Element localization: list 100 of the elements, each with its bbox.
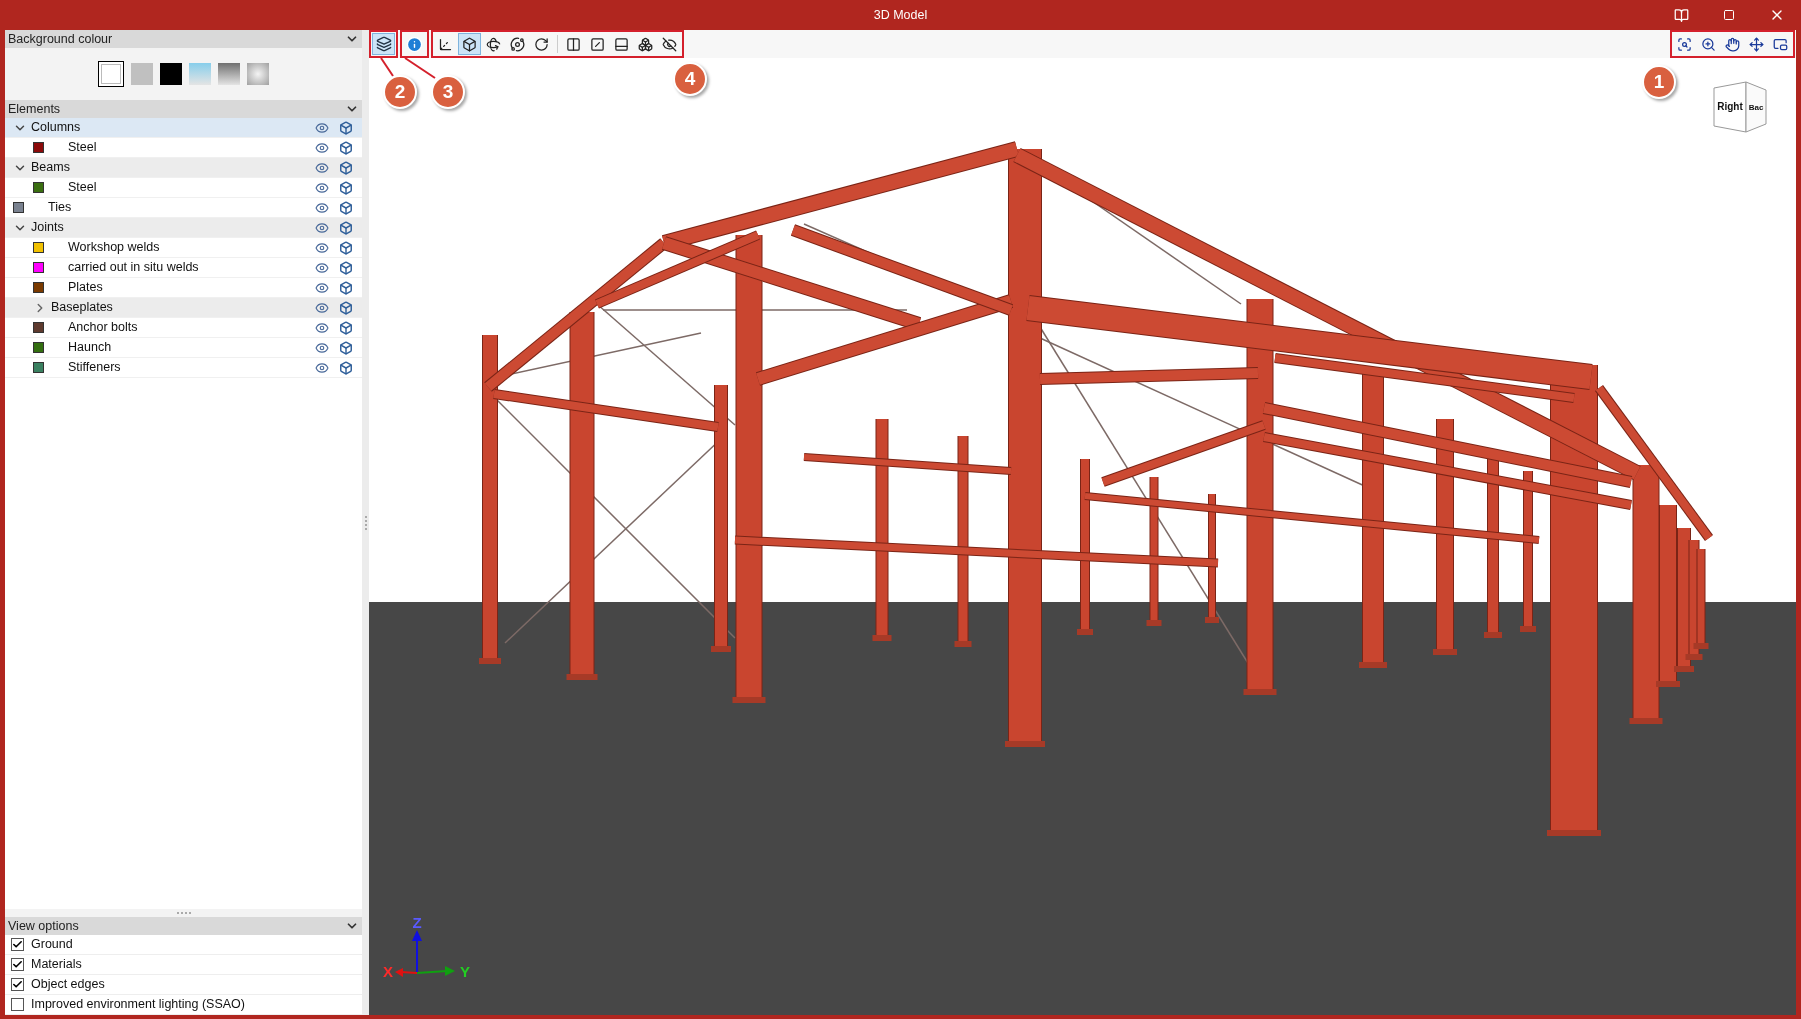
- zoom-extents-icon: [1677, 36, 1692, 52]
- maximize-icon: [1723, 9, 1735, 21]
- tree-item-label: Haunch: [68, 339, 113, 357]
- panel-title: View options: [8, 917, 79, 935]
- eye-icon: [315, 340, 329, 355]
- cube-icon: [339, 140, 353, 155]
- cube-face-label: Bac: [1748, 103, 1764, 112]
- eye-off-icon: [662, 36, 677, 52]
- info-icon: [406, 35, 423, 53]
- axes-icon: [438, 36, 453, 52]
- x-axis-arrow: [395, 968, 418, 977]
- checkbox[interactable]: [11, 998, 24, 1011]
- tree-row[interactable]: carried out in situ welds: [5, 258, 362, 278]
- tree-item-label: Plates: [68, 279, 104, 297]
- y-axis-arrow: [416, 966, 455, 976]
- panel-icon: [614, 36, 629, 52]
- tree-row[interactable]: Ties: [5, 198, 362, 218]
- tree-item-label: Baseplates: [51, 299, 114, 317]
- option-label: Ground: [31, 936, 73, 954]
- tree-row[interactable]: Anchor bolts: [5, 318, 362, 338]
- cube-icon: [339, 280, 353, 295]
- tree-row[interactable]: Beams: [5, 158, 362, 178]
- cube-icon: [339, 320, 353, 335]
- panel-header[interactable]: View options: [5, 917, 362, 935]
- orbit-icon: [510, 36, 525, 52]
- cube-icon: [339, 360, 353, 375]
- eye-icon: [315, 240, 329, 255]
- panel-title: Background colour: [8, 30, 113, 48]
- tree-row[interactable]: Steel: [5, 178, 362, 198]
- cube-face-label: Right: [1717, 101, 1743, 112]
- panel-header[interactable]: Elements: [5, 100, 362, 118]
- tree-row[interactable]: Baseplates: [5, 298, 362, 318]
- book-icon: [1673, 7, 1689, 23]
- eye-icon: [315, 180, 329, 195]
- tree-item-label: Steel: [68, 179, 98, 197]
- tree-item-label: Ties: [48, 199, 73, 217]
- cube-icon: [339, 240, 353, 255]
- tree-row[interactable]: Workshop welds: [5, 238, 362, 258]
- pan-icon: [1725, 36, 1740, 52]
- eye-icon: [315, 200, 329, 215]
- axis-label: Z: [412, 917, 422, 931]
- tree-row[interactable]: Columns: [5, 118, 362, 138]
- tree-item-label: Workshop welds: [68, 239, 161, 257]
- cube-icon: [339, 340, 353, 355]
- background-swatch[interactable]: [189, 63, 211, 85]
- tree-row[interactable]: Haunch: [5, 338, 362, 358]
- cube-icon: [339, 260, 353, 275]
- diagonal-square-icon: [590, 36, 605, 52]
- eye-icon: [315, 140, 329, 155]
- cube-icon: [339, 120, 353, 135]
- z-axis-arrow: [412, 930, 422, 974]
- tree-row[interactable]: Steel: [5, 138, 362, 158]
- window-switch-icon: [1773, 36, 1788, 52]
- background-swatch[interactable]: [160, 63, 182, 85]
- cube-icon: [339, 220, 353, 235]
- axis-label: Y: [460, 963, 470, 980]
- checkbox[interactable]: [11, 938, 24, 951]
- tree-row[interactable]: Plates: [5, 278, 362, 298]
- zoom-window-icon: [1701, 36, 1716, 52]
- background-swatch[interactable]: [131, 63, 153, 85]
- tree-item-label: Steel: [68, 139, 98, 157]
- option-label: Object edges: [31, 976, 105, 994]
- eye-icon: [315, 360, 329, 375]
- rotate-axis-icon: [534, 36, 549, 52]
- checkbox[interactable]: [11, 958, 24, 971]
- window-title: 3D Model: [873, 6, 928, 24]
- background-swatch[interactable]: [218, 63, 240, 85]
- tree-item-label: Beams: [31, 159, 71, 177]
- eye-icon: [315, 120, 329, 135]
- eye-icon: [315, 300, 329, 315]
- background-swatch[interactable]: [247, 63, 269, 85]
- stacked-boxes-icon: [638, 36, 653, 52]
- toolbar-button[interactable]: [458, 33, 481, 55]
- section-plane-icon: [566, 36, 581, 52]
- cube-icon: [339, 300, 353, 315]
- eye-icon: [315, 220, 329, 235]
- eye-icon: [315, 160, 329, 175]
- eye-icon: [315, 280, 329, 295]
- panel-header[interactable]: Background colour: [5, 30, 362, 48]
- option-label: Improved environment lighting (SSAO): [31, 996, 245, 1014]
- tree-row[interactable]: Stiffeners: [5, 358, 362, 378]
- cube-icon: [462, 36, 477, 52]
- cube-icon: [339, 180, 353, 195]
- axis-label: X: [383, 963, 393, 980]
- rotate-cube-icon: [486, 36, 501, 52]
- panel-title: Elements: [8, 100, 61, 118]
- eye-icon: [315, 320, 329, 335]
- cube-icon: [339, 200, 353, 215]
- tree-row[interactable]: Joints: [5, 218, 362, 238]
- option-label: Materials: [31, 956, 82, 974]
- cube-icon: [339, 160, 353, 175]
- eye-icon: [315, 260, 329, 275]
- tree-item-label: carried out in situ welds: [68, 259, 200, 277]
- background-swatch[interactable]: [98, 61, 124, 87]
- checkbox[interactable]: [11, 978, 24, 991]
- tree-item-label: Anchor bolts: [68, 319, 139, 337]
- tree-item-label: Joints: [31, 219, 65, 237]
- layers-icon: [375, 36, 392, 52]
- orbit-arrows-icon: [1749, 36, 1764, 52]
- tree-item-label: Columns: [31, 119, 82, 137]
